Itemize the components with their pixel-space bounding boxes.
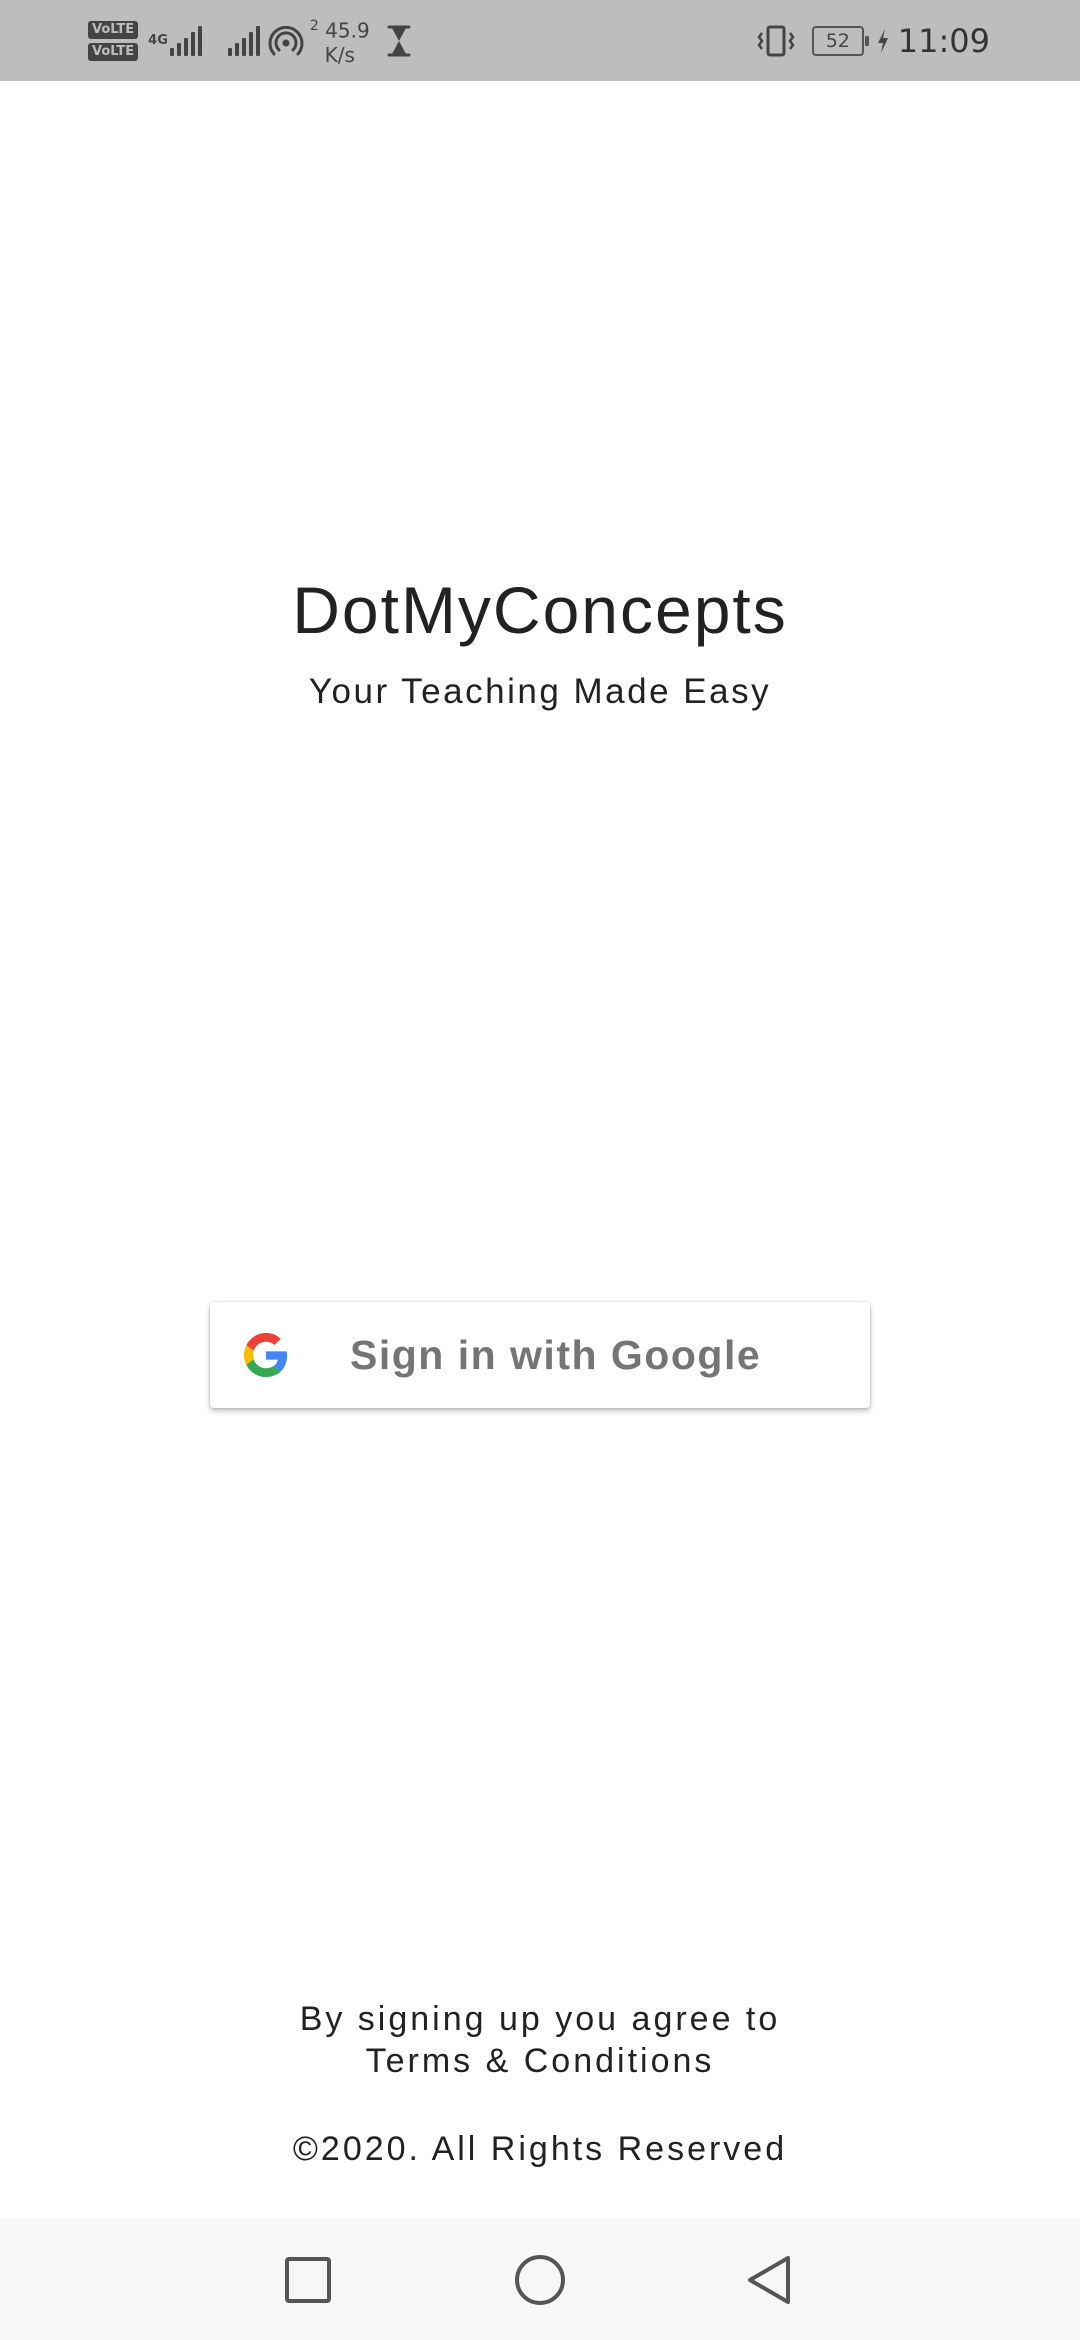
status-clock: 11:09 xyxy=(897,21,990,60)
volte-icon: VoLTE VoLTE xyxy=(88,20,139,61)
signal-icon xyxy=(227,25,260,56)
battery-level: 52 xyxy=(825,29,850,52)
volte-1-label: VoLTE xyxy=(88,20,139,39)
navigation-bar xyxy=(0,2218,1080,2340)
signal-icon xyxy=(169,25,202,56)
charging-icon xyxy=(877,28,888,53)
hotspot-clients-count: 2 xyxy=(309,18,319,35)
signin-label: Sign in with Google xyxy=(350,1332,762,1378)
battery-icon: 52 xyxy=(811,25,869,56)
app-subtitle: Your Teaching Made Easy xyxy=(308,672,772,711)
google-icon xyxy=(244,1333,288,1377)
hourglass-icon xyxy=(387,25,411,56)
terms-notice-text: By signing up you agree to xyxy=(299,2000,781,2038)
network-type-label: 4G xyxy=(148,32,168,48)
net-speed-unit: K/s xyxy=(324,42,355,67)
terms-notice: By signing up you agree to Terms & Condi… xyxy=(0,1998,1080,2082)
hotspot-icon xyxy=(268,25,304,55)
volte-2-label: VoLTE xyxy=(88,42,139,61)
copyright-text: ©2020. All Rights Reserved xyxy=(292,2130,788,2168)
net-speed-value: 45.9 xyxy=(325,18,370,43)
home-icon[interactable] xyxy=(510,2250,570,2310)
terms-link[interactable]: Terms & Conditions xyxy=(0,2040,1080,2082)
status-bar-right: 52 11:09 xyxy=(756,0,990,81)
recents-icon[interactable] xyxy=(278,2250,338,2310)
net-speed: 2 45.9 K/s xyxy=(310,14,370,67)
google-signin-button[interactable]: Sign in with Google xyxy=(210,1302,870,1408)
app-title: DotMyConcepts xyxy=(292,573,788,647)
vibrate-icon xyxy=(757,25,795,56)
status-bar: VoLTE VoLTE 4G 2 45.9 K/s 52 11:09 xyxy=(0,0,1080,81)
status-bar-left: VoLTE VoLTE 4G 2 45.9 K/s xyxy=(88,0,412,81)
back-icon[interactable] xyxy=(740,2250,800,2310)
